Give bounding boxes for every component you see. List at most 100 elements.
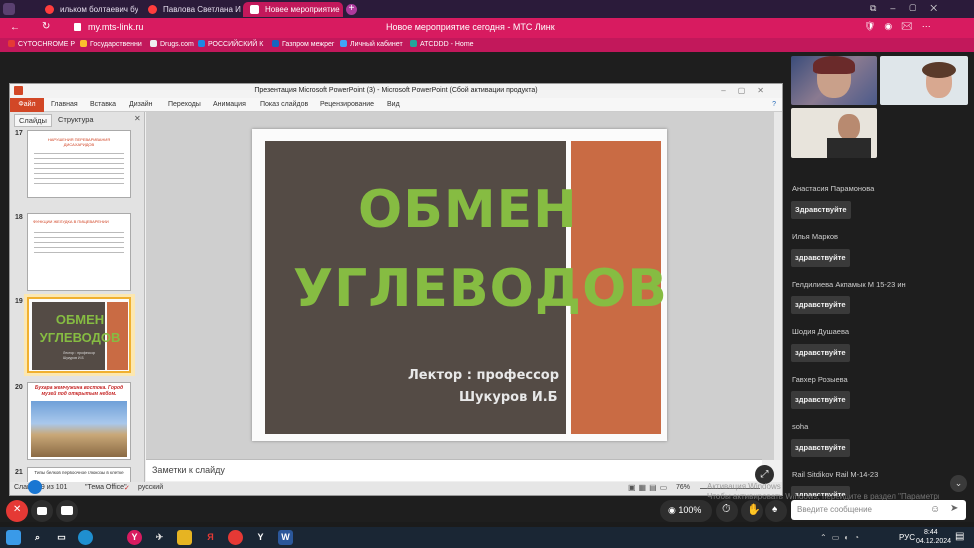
slide-title-line2: УГЛЕВОДОВ <box>293 259 668 319</box>
search-icon[interactable]: ⌕ <box>30 530 45 545</box>
ribbon-tab-design[interactable]: Дизайн <box>129 101 153 108</box>
participant-video-3[interactable] <box>791 108 877 158</box>
yandex-browser-icon[interactable]: Y <box>127 530 142 545</box>
raise-hand-button[interactable]: ✋ <box>741 500 763 522</box>
ribbon-tab-review[interactable]: Рецензирование <box>320 101 374 108</box>
yandex-icon[interactable]: Я <box>203 530 218 545</box>
bookmark-4[interactable]: РОССИЙСКИЙ К <box>198 40 263 48</box>
bookmark-label: Drugs.com <box>160 41 194 48</box>
slide-thumbnail-18[interactable]: ФУНКЦИИ ЖЕЛУДКА В ПИЩЕВАРЕНИИ <box>27 213 131 291</box>
ribbon-tab-animation[interactable]: Анимация <box>213 101 246 108</box>
slide-lecturer-name: Шукуров И.Б <box>459 390 558 405</box>
file-explorer-icon[interactable] <box>177 530 192 545</box>
send-icon[interactable]: ➤ <box>950 503 958 514</box>
bookmark-label: CYTOCHROME P <box>18 41 76 48</box>
windows-start-icon[interactable] <box>6 530 21 545</box>
ribbon-tab-home[interactable]: Главная <box>51 101 78 108</box>
browser-address-bar: ← ↻ my.mts-link.ru Новое мероприятие сег… <box>0 18 974 38</box>
thumb-text-line <box>34 237 124 238</box>
camera-icon <box>37 507 47 515</box>
chat-message: здравствуйте <box>791 344 850 362</box>
window-controls: ⧉–▢✕ <box>870 3 952 13</box>
opera-icon[interactable] <box>228 530 243 545</box>
chat-message: здравствуйте <box>791 249 850 267</box>
toolbar-icons: 🛡◉✉⋯ <box>864 21 940 31</box>
thumb-text-line <box>34 168 124 169</box>
task-view-icon[interactable]: ▭ <box>54 530 69 545</box>
ribbon-tab-insert[interactable]: Вставка <box>90 101 116 108</box>
close-panel-icon[interactable]: ✕ <box>134 114 141 123</box>
back-icon[interactable]: ← <box>10 22 20 33</box>
reload-icon[interactable]: ↻ <box>42 21 50 32</box>
timer-button[interactable]: ⏱ <box>716 500 738 522</box>
bookmark-6[interactable]: Личный кабинет <box>340 40 403 48</box>
bookmark-icon <box>80 40 87 47</box>
browser-menu-icon[interactable] <box>3 3 15 15</box>
view-buttons[interactable]: ▣▦▤▭ <box>628 483 670 492</box>
bookmark-5[interactable]: Газпром межрег <box>272 40 334 48</box>
participant-name: Илья Марков <box>792 232 839 241</box>
emoji-icon[interactable]: ☺ <box>930 504 940 515</box>
url-field[interactable]: my.mts-link.ru <box>88 22 143 32</box>
tab-slides[interactable]: Слайды <box>14 114 52 127</box>
browser-tab-active[interactable]: Новее мероприятие <box>243 2 343 17</box>
bookmark-label: ATCDDD - Home <box>420 41 474 48</box>
participant-video-1[interactable] <box>791 56 877 105</box>
ppt-screen-share-icon <box>28 480 42 494</box>
volume-control[interactable]: ◉ 100% <box>660 500 712 522</box>
participant-video-2[interactable] <box>880 56 968 105</box>
thumb-text-line <box>34 158 124 159</box>
slide-thumbnail-19[interactable]: ОБМЕН УГЛЕВОДОВ Лектор : профессор Шукур… <box>27 297 131 373</box>
yandex-browser-icon-2[interactable]: Y <box>253 530 268 545</box>
slide-thumbnail-17[interactable]: НАРУШЕНИЯ ПЕРЕВАРИВАНИЯ ДИСАХАРИДОВ <box>27 130 131 198</box>
bookmark-icon <box>410 40 417 47</box>
telegram-icon[interactable]: ✈ <box>152 530 167 545</box>
notifications-icon[interactable]: ▤ <box>955 531 964 542</box>
slide-thumbnail-20[interactable]: Бухара жемчужина востока. Город музей по… <box>27 382 131 460</box>
participant-name: Анастасия Парамонова <box>792 184 875 193</box>
word-icon[interactable]: W <box>278 530 293 545</box>
help-icon[interactable]: ? <box>772 101 776 108</box>
chat-message: здравствуйте <box>791 391 850 409</box>
participant-face <box>838 114 860 140</box>
chat-button[interactable] <box>56 500 78 522</box>
thumb-text-line <box>34 242 124 243</box>
vertical-scrollbar[interactable] <box>774 112 782 460</box>
chat-icon <box>61 506 73 515</box>
chat-message: здравствуйте <box>791 439 850 457</box>
bookmark-7[interactable]: ATCDDD - Home <box>410 40 474 48</box>
tab-outline[interactable]: Структура <box>54 114 98 125</box>
scroll-down-button[interactable]: ⌄ <box>950 475 967 492</box>
new-tab-button[interactable]: + <box>346 4 357 15</box>
participant-name: soha <box>792 422 809 431</box>
thumb-title: ОБМЕН УГЛЕВОДОВ <box>39 312 121 345</box>
ribbon-tab-file[interactable]: Файл <box>10 98 44 112</box>
ppt-app-icon <box>14 86 23 95</box>
thumb-subtitle: Лектор : профессор Шукуров И.Б <box>63 351 96 360</box>
bookmark-icon <box>340 40 347 47</box>
bookmark-label: Личный кабинет <box>350 41 403 48</box>
thumb-number: 19 <box>15 298 23 305</box>
ribbon-tab-transitions[interactable]: Переходы <box>168 101 201 108</box>
slide-notes-field[interactable]: Заметки к слайду <box>146 459 762 481</box>
thumb-number: 17 <box>15 130 23 137</box>
slide-thumbnail-21[interactable]: Типы белков первоочное глюкозы в клетке <box>27 467 131 482</box>
browser-tab-1[interactable]: ильком болтаевич бухар <box>38 2 138 17</box>
bookmark-2[interactable]: Государственни <box>80 40 142 48</box>
zoom-level: 76% <box>676 484 691 491</box>
bookmark-3[interactable]: Drugs.com <box>150 40 194 48</box>
thumb-title: НАРУШЕНИЯ ПЕРЕВАРИВАНИЯ ДИСАХАРИДОВ <box>47 137 111 147</box>
ribbon-tab-view[interactable]: Вид <box>387 101 400 108</box>
edge-icon[interactable] <box>78 530 93 545</box>
reaction-button[interactable]: ♠ <box>765 500 787 522</box>
ribbon-tab-slideshow[interactable]: Показ слайдов <box>260 101 308 108</box>
bookmark-1[interactable]: CYTOCHROME P <box>8 40 75 48</box>
browser-tab-2[interactable]: Павлова Светлана Иванс <box>141 2 241 17</box>
thumb-number: 20 <box>15 384 23 391</box>
keyboard-language[interactable]: РУС <box>899 533 915 542</box>
bookmark-icon <box>198 40 205 47</box>
camera-button[interactable] <box>31 500 53 522</box>
volume-level: 100% <box>678 505 702 515</box>
microphone-off-button[interactable]: ✕ <box>6 500 28 522</box>
tab-label: Новее мероприятие <box>265 5 340 14</box>
